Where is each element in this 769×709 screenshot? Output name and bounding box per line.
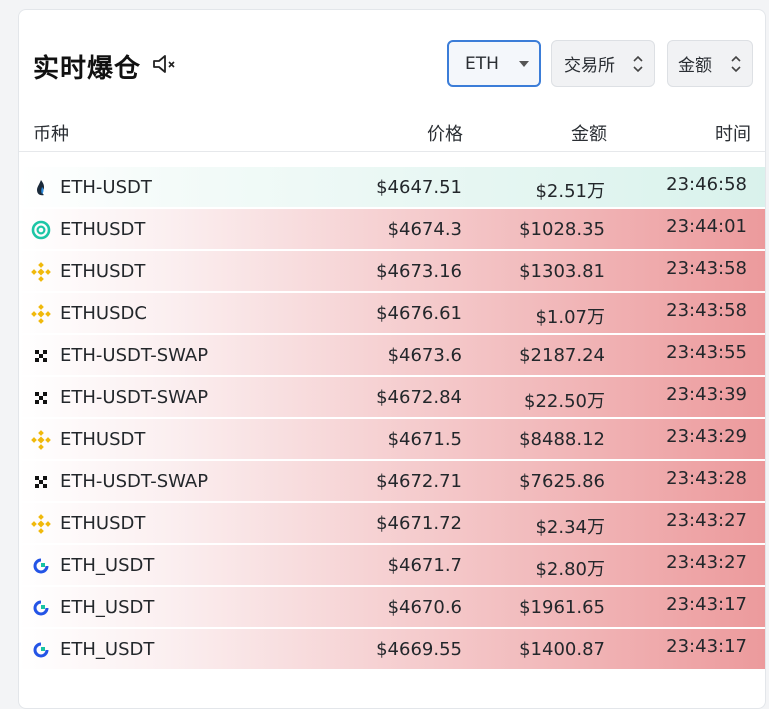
huobi-icon [31,178,51,198]
binance-icon [31,514,51,534]
row-amount: $22.50万 [524,391,605,412]
table-header: 币种 价格 金额 时间 [19,110,765,152]
row-time: 23:43:58 [666,258,747,279]
okx-icon [31,346,51,366]
chevron-down-icon [519,60,529,67]
row-amount: $1400.87 [519,639,605,660]
coin-select-value: ETH [465,53,499,74]
row-time: 23:46:58 [666,174,747,195]
row-symbol: ETHUSDT [60,261,146,282]
table-row[interactable]: ETHUSDT $4674.3 $1028.35 23:44:01 [19,209,765,250]
coin-select[interactable]: ETH [447,40,541,87]
row-symbol: ETH-USDT [60,177,152,198]
binance-icon [31,430,51,450]
column-amount: 金额 [571,124,607,145]
page-title: 实时爆仓 [33,54,142,84]
row-price: $4674.3 [387,219,462,240]
row-price: $4673.6 [387,345,462,366]
table-row[interactable]: ETHUSDT $4671.5 $8488.12 23:43:29 [19,419,765,460]
row-symbol: ETH_USDT [60,555,155,576]
table-row[interactable]: ETH_USDT $4671.7 $2.80万 23:43:27 [19,545,765,586]
row-time: 23:43:17 [666,594,747,615]
row-amount: $2187.24 [519,345,605,366]
column-coin: 币种 [33,124,69,145]
table-row[interactable]: ETHUSDT $4671.72 $2.34万 23:43:27 [19,503,765,544]
row-symbol: ETH_USDT [60,597,155,618]
table-row[interactable]: ETH-USDT-SWAP $4672.84 $22.50万 23:43:39 [19,377,765,418]
row-symbol: ETHUSDC [60,303,147,324]
exchange-select-value: 交易所 [564,56,615,76]
sort-updown-icon [731,55,741,72]
row-time: 23:43:27 [666,552,747,573]
column-price: 价格 [427,124,463,145]
row-symbol: ETH-USDT-SWAP [60,387,209,408]
amount-select[interactable]: 金额 [667,40,753,87]
okx-icon [31,388,51,408]
row-price: $4670.6 [387,597,462,618]
row-symbol: ETH-USDT-SWAP [60,345,209,366]
row-price: $4672.71 [376,471,462,492]
column-time: 时间 [715,124,751,145]
row-time: 23:43:55 [666,342,747,363]
table-row[interactable]: ETH-USDT-SWAP $4673.6 $2187.24 23:43:55 [19,335,765,376]
table-row[interactable]: ETH-USDT-SWAP $4672.71 $7625.86 23:43:28 [19,461,765,502]
row-time: 23:43:17 [666,636,747,657]
row-time: 23:43:29 [666,426,747,447]
table-row[interactable]: ETH_USDT $4669.55 $1400.87 23:43:17 [19,629,765,670]
binance-icon [31,262,51,282]
row-symbol: ETHUSDT [60,429,146,450]
liquidation-panel: 实时爆仓 ETH 交易所 金额 币种 价格 金额 时间 ETH-USDT $46… [18,9,766,709]
row-time: 23:43:27 [666,510,747,531]
row-price: $4647.51 [376,177,462,198]
row-amount: $1028.35 [519,219,605,240]
row-amount: $2.34万 [535,517,605,538]
row-time: 23:43:39 [666,384,747,405]
row-symbol: ETH_USDT [60,639,155,660]
gate-icon [31,598,51,618]
gate-icon [31,640,51,660]
row-symbol: ETHUSDT [60,513,146,534]
table-row[interactable]: ETHUSDT $4673.16 $1303.81 23:43:58 [19,251,765,292]
binance-icon [31,304,51,324]
amount-select-value: 金额 [678,56,712,76]
row-time: 23:43:58 [666,300,747,321]
table-row[interactable]: ETH-USDT $4647.51 $2.51万 23:46:58 [19,167,765,208]
row-symbol: ETHUSDT [60,219,146,240]
row-price: $4671.72 [376,513,462,534]
row-amount: $2.51万 [535,181,605,202]
row-price: $4669.55 [376,639,462,660]
table-row[interactable]: ETHUSDC $4676.61 $1.07万 23:43:58 [19,293,765,334]
table-row[interactable]: ETH_USDT $4670.6 $1961.65 23:43:17 [19,587,765,628]
okx-icon [31,472,51,492]
row-amount: $2.80万 [535,559,605,580]
exchange-select[interactable]: 交易所 [551,40,655,87]
row-price: $4676.61 [376,303,462,324]
row-amount: $7625.86 [519,471,605,492]
row-amount: $1961.65 [519,597,605,618]
row-time: 23:44:01 [666,216,747,237]
row-price: $4673.16 [376,261,462,282]
row-amount: $1303.81 [519,261,605,282]
panel-header: 实时爆仓 ETH 交易所 金额 [19,10,765,110]
row-symbol: ETH-USDT-SWAP [60,471,209,492]
gate-icon [31,556,51,576]
sort-updown-icon [633,55,643,72]
coinex-icon [31,220,51,240]
row-amount: $8488.12 [519,429,605,450]
mute-icon[interactable] [151,52,179,76]
row-price: $4672.84 [376,387,462,408]
row-amount: $1.07万 [535,307,605,328]
row-time: 23:43:28 [666,468,747,489]
row-price: $4671.7 [387,555,462,576]
row-price: $4671.5 [387,429,462,450]
